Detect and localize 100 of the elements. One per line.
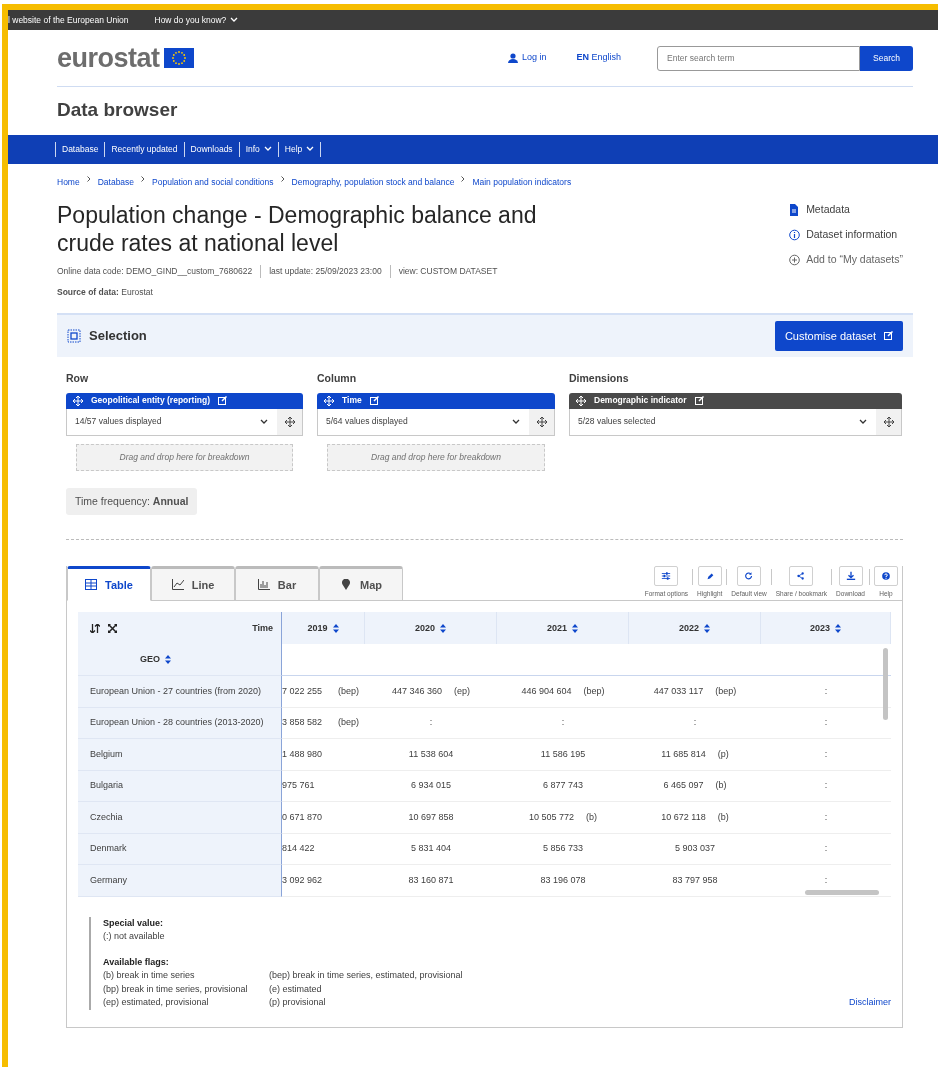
language-link[interactable]: EN English xyxy=(576,51,621,65)
source-line: Source of data: Eurostat xyxy=(57,286,154,299)
dataset-meta: view: CUSTOM DATASET xyxy=(398,265,498,279)
chevron-right-icon xyxy=(86,175,91,182)
dimension-select[interactable]: 14/57 values displayed xyxy=(66,408,303,436)
disclaimer-link[interactable]: Disclaimer xyxy=(849,996,891,1010)
bar-chart-icon xyxy=(257,579,270,591)
table-cell: 6 465 097 xyxy=(663,779,704,793)
app-title: Data browser xyxy=(57,98,179,122)
table-cell: : xyxy=(824,842,828,856)
dimension-header[interactable]: Geopolitical entity (reporting) xyxy=(66,392,303,409)
info-icon xyxy=(789,228,801,241)
line-chart-icon xyxy=(171,579,184,591)
toolbar-button[interactable] xyxy=(654,566,679,587)
breadcrumb-link[interactable]: Population and social conditions xyxy=(152,175,274,189)
column-header[interactable]: 2021 xyxy=(547,621,567,636)
user-icon xyxy=(507,53,518,63)
sort-icon[interactable] xyxy=(440,623,446,633)
swap-icon[interactable] xyxy=(90,623,100,633)
search-button[interactable]: Search xyxy=(860,45,913,71)
sort-icon[interactable] xyxy=(835,623,841,633)
table-cell-text: 0 671 870 xyxy=(282,810,323,824)
group-heading: Column xyxy=(317,370,358,386)
eu-flag-icon xyxy=(163,48,194,68)
login-link[interactable]: Log in xyxy=(507,51,547,65)
view-tab[interactable]: Map xyxy=(319,566,403,602)
toolbar-button[interactable] xyxy=(838,566,863,587)
dataset-action-link[interactable]: Add to “My datasets” xyxy=(789,251,903,268)
row-header: Denmark xyxy=(78,833,282,866)
share-icon xyxy=(796,571,807,582)
flag-note: (ep) estimated, provisional xyxy=(103,996,210,1010)
table-cell: 5 856 733 xyxy=(542,842,583,856)
dimension-header[interactable]: Time xyxy=(317,392,555,409)
toolbar-button[interactable] xyxy=(789,566,814,587)
table-cell: 5 903 037 xyxy=(674,842,715,856)
drop-zone[interactable]: Drag and drop here for breakdown xyxy=(327,443,545,471)
move-icon xyxy=(883,416,894,427)
sort-icon[interactable] xyxy=(165,655,171,665)
toolbar-button[interactable] xyxy=(737,566,762,587)
table-cell-text: 10 697 858 xyxy=(408,810,454,824)
sliders-icon xyxy=(661,571,672,582)
chevron-down-icon xyxy=(230,17,239,23)
flag-note: (bp) break in time series, provisional xyxy=(103,982,249,996)
column-header[interactable]: 2019 xyxy=(307,621,328,636)
dataset-meta: last update: 25/09/2023 23:00 xyxy=(269,265,382,279)
how-link[interactable]: How do you know? xyxy=(154,13,239,27)
dataset-meta: Online data code: DEMO_GIND__custom_7680622 xyxy=(57,265,253,279)
sort-icon[interactable] xyxy=(704,623,710,633)
plus-circle-icon xyxy=(789,253,801,266)
help-icon xyxy=(881,571,891,582)
geo-label[interactable]: GEO xyxy=(140,653,160,667)
table-cell-text: 447 346 360 xyxy=(391,684,442,698)
nav-item[interactable]: Recently updated xyxy=(104,141,184,157)
breadcrumb-link[interactable]: Database xyxy=(97,175,135,189)
nav-item[interactable]: Database xyxy=(55,141,105,157)
table-cell: : xyxy=(429,716,433,730)
search-field[interactable]: Enter search term xyxy=(657,45,860,71)
horizontal-scrollbar[interactable] xyxy=(805,889,879,895)
dataset-action-link[interactable]: Dataset information xyxy=(789,227,903,243)
flag-label: (bep) xyxy=(338,684,360,698)
view-tab[interactable]: Line xyxy=(151,566,235,602)
breadcrumb-link[interactable]: Demography, population stock and balance xyxy=(291,175,455,189)
toolbar-button[interactable] xyxy=(697,566,722,587)
selection-title: Selection xyxy=(89,327,147,346)
flag-note: (b) break in time series xyxy=(103,969,196,983)
expand-icon[interactable] xyxy=(108,623,117,633)
logo-text[interactable]: eurostat xyxy=(57,37,160,79)
nav-item[interactable]: Help xyxy=(277,141,321,157)
breadcrumb-link[interactable]: Main population indicators xyxy=(472,175,572,189)
flag-label: (p) xyxy=(717,747,729,761)
dataset-title: Population change - Demographic balance and crude rates at national level xyxy=(57,202,538,258)
sort-icon[interactable] xyxy=(572,623,578,633)
vertical-scrollbar[interactable] xyxy=(883,648,888,721)
dimension-select[interactable]: 5/64 values displayed xyxy=(317,408,555,436)
flag-label: (b) xyxy=(717,810,729,824)
move-icon xyxy=(324,395,334,406)
document-icon xyxy=(789,204,801,217)
column-header[interactable]: 2023 xyxy=(810,621,830,636)
column-header[interactable]: 2020 xyxy=(415,621,435,636)
drop-zone[interactable]: Drag and drop here for breakdown xyxy=(76,443,293,471)
dimension-header[interactable]: Demographic indicator xyxy=(569,392,902,409)
table-cell: 6 934 015 xyxy=(410,779,451,793)
dimension-select[interactable]: 5/28 values selected xyxy=(569,408,902,436)
toolbar-button[interactable] xyxy=(874,566,898,587)
group-heading: Row xyxy=(66,370,90,386)
flag-note: (p) provisional xyxy=(269,996,327,1010)
edit-icon xyxy=(369,396,379,406)
flag-note: (e) estimated xyxy=(269,982,323,996)
sort-icon[interactable] xyxy=(332,623,339,633)
row-header: Czechia xyxy=(78,802,282,834)
view-tab[interactable]: Bar xyxy=(235,566,319,602)
table-cell: 975 761 xyxy=(282,779,315,793)
view-tab[interactable]: Table xyxy=(67,566,151,602)
dataset-action-link[interactable]: Metadata xyxy=(789,202,903,218)
breadcrumb-link[interactable]: Home xyxy=(57,175,80,189)
column-header[interactable]: 2022 xyxy=(679,621,699,636)
nav-item[interactable]: Info xyxy=(238,141,278,157)
customise-button[interactable]: Customise dataset xyxy=(774,320,903,351)
nav-item[interactable]: Downloads xyxy=(183,141,239,157)
time-frequency[interactable]: Time frequency: Annual xyxy=(66,487,198,516)
